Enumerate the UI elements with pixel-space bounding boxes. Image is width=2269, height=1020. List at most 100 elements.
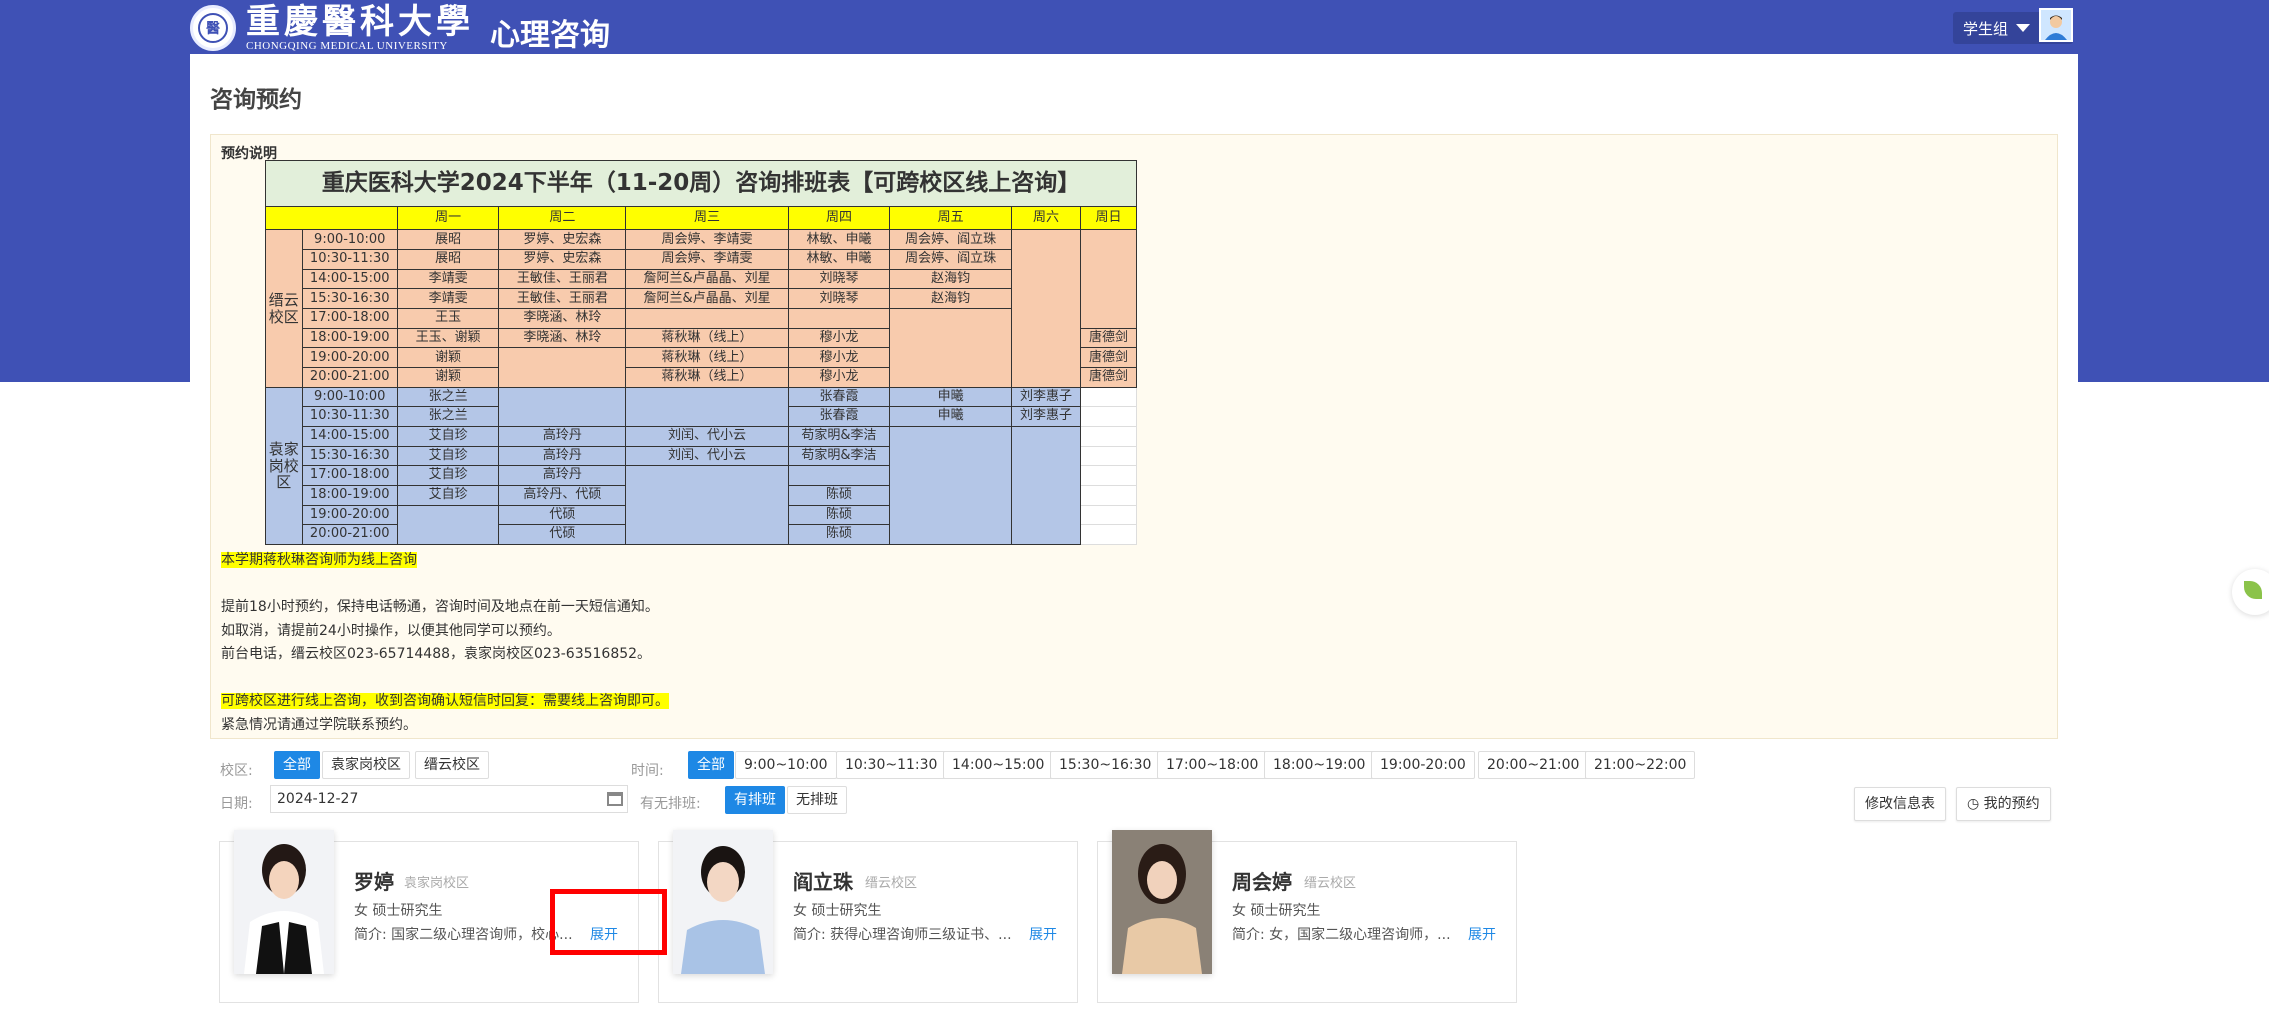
schedule-cell: 林敏、申曦 — [787, 229, 891, 251]
schedule-cell: 蒋秋琳（线上） — [625, 327, 789, 349]
system-title: 心理咨询 — [490, 18, 610, 53]
schedule-cell — [396, 504, 500, 546]
my-booking-button[interactable]: ◷ 我的预约 — [1956, 787, 2051, 821]
schedule-cell — [1080, 484, 1137, 506]
time-filter-chip[interactable]: 21:00~22:00 — [1585, 751, 1696, 779]
schedule-cell: 张之兰 — [396, 406, 500, 427]
campus-filter-chip[interactable]: 全部 — [274, 751, 320, 779]
schedule-title: 重庆医科大学2024下半年（11-20周）咨询排班表【可跨校区线上咨询】 — [265, 159, 1137, 208]
schedule-cell: 刘闰、代小云 — [625, 425, 789, 447]
expand-link[interactable]: 展开 — [1468, 924, 1496, 944]
schedule-cell: 刘李惠子 — [1011, 406, 1082, 427]
schedule-cell — [1011, 425, 1082, 546]
schedule-cell: 陈硕 — [787, 524, 891, 545]
schedule-filter-chip[interactable]: 无排班 — [787, 786, 847, 814]
counselor-photo[interactable] — [1112, 830, 1212, 974]
schedule-day-header: 周日 — [1080, 206, 1137, 231]
time-filter-chip[interactable]: 17:00~18:00 — [1157, 751, 1268, 779]
booking-notice-panel: 预约说明 重庆医科大学2024下半年（11-20周）咨询排班表【可跨校区线上咨询… — [210, 134, 2058, 739]
schedule-time-cell: 15:30-16:30 — [301, 445, 398, 467]
schedule-cell: 罗婷、史宏森 — [498, 229, 627, 251]
schedule-cell: 张之兰 — [396, 386, 500, 408]
notice-text: 本学期蒋秋琳咨询师为线上咨询 提前18小时预约，保持电话畅通，咨询时间及地点在前一… — [221, 549, 669, 737]
schedule-day-header: 周一 — [396, 206, 500, 231]
schedule-time-cell: 10:30-11:30 — [301, 249, 398, 270]
schedule-cell: 王敏佳、王丽君 — [498, 288, 627, 310]
schedule-cell: 周会婷、阎立珠 — [889, 229, 1013, 251]
schedule-cell: 高玲丹 — [498, 425, 627, 447]
date-input[interactable]: 2024-12-27 — [270, 785, 628, 813]
user-group-label: 学生组 — [1963, 19, 2009, 38]
schedule-cell: 申曦 — [889, 386, 1013, 408]
campus-filter-chip[interactable]: 缙云校区 — [415, 751, 489, 779]
counselor-campus: 缙云校区 — [1304, 876, 1357, 891]
schedule-day-header: 周六 — [1011, 206, 1082, 231]
notice-line: 紧急情况请通过学院联系预约。 — [221, 714, 669, 738]
calendar-icon[interactable] — [607, 792, 623, 806]
my-booking-label: 我的预约 — [1983, 796, 2040, 812]
schedule-cell: 穆小龙 — [787, 347, 891, 368]
schedule-cell — [1080, 465, 1137, 486]
schedule-cell: 展昭 — [396, 229, 500, 251]
time-filter-chip[interactable]: 18:00~19:00 — [1264, 751, 1375, 779]
schedule-cell — [1080, 524, 1137, 545]
highlight-box — [550, 889, 667, 955]
floating-assistant-button[interactable] — [2232, 569, 2269, 615]
counselor-name: 周会婷 — [1232, 870, 1292, 894]
counselor-meta: 女 硕士研究生 — [793, 903, 882, 919]
schedule-cell — [498, 347, 627, 388]
schedule-campus-b: 袁家岗校区 — [265, 386, 303, 546]
time-filter-chip[interactable]: 10:30~11:30 — [836, 751, 947, 779]
schedule-time-cell: 19:00-20:00 — [301, 504, 398, 526]
schedule-day-header: 周三 — [625, 206, 789, 231]
notice-line — [221, 573, 669, 597]
schedule-cell: 刘闰、代小云 — [625, 445, 789, 467]
schedule-image: 重庆医科大学2024下半年（11-20周）咨询排班表【可跨校区线上咨询】 周一周… — [265, 159, 1137, 546]
schedule-cell: 艾自珍 — [396, 484, 500, 506]
schedule-cell: 艾自珍 — [396, 425, 500, 447]
schedule-cell: 刘李惠子 — [1011, 386, 1082, 408]
top-header: 醫 重慶醫科大學 CHONGQING MEDICAL UNIVERSITY 心理… — [0, 0, 2269, 54]
schedule-cell: 蒋秋琳（线上） — [625, 347, 789, 368]
edit-info-button[interactable]: 修改信息表 — [1854, 787, 1946, 821]
schedule-cell: 代硕 — [498, 504, 627, 526]
user-avatar[interactable] — [2039, 8, 2073, 42]
campus-filter-label: 校区: — [220, 763, 253, 779]
schedule-time-cell: 9:00-10:00 — [301, 229, 398, 251]
schedule-filter-label: 有无排班: — [640, 796, 701, 812]
counselor-meta: 女 硕士研究生 — [354, 903, 443, 919]
time-filter-chip[interactable]: 20:00~21:00 — [1478, 751, 1589, 779]
schedule-time-cell: 17:00-18:00 — [301, 308, 398, 329]
time-filter-chip[interactable]: 9:00~10:00 — [735, 751, 837, 779]
schedule-cell: 申曦 — [889, 406, 1013, 427]
counselor-photo[interactable] — [234, 830, 334, 974]
university-seal-icon: 醫 — [190, 5, 236, 51]
schedule-cell: 谢颖 — [396, 367, 500, 388]
counselor-card[interactable]: 周会婷 缙云校区 女 硕士研究生 简介: 女，国家二级心理咨询师，... 展开 — [1097, 830, 1517, 1003]
schedule-cell: 詹阿兰&卢晶晶、刘星 — [625, 288, 789, 310]
notice-line — [221, 667, 669, 691]
schedule-cell — [498, 386, 627, 427]
schedule-cell — [787, 465, 891, 486]
schedule-cell: 王玉 — [396, 308, 500, 329]
counselor-photo[interactable] — [673, 830, 773, 974]
notice-line: 可跨校区进行线上咨询，收到咨询确认短信时回复：需要线上咨询即可。 — [221, 690, 669, 714]
portrait-icon — [234, 830, 334, 974]
time-filter-chip[interactable]: 15:30~16:30 — [1050, 751, 1161, 779]
campus-filter-chip[interactable]: 袁家岗校区 — [322, 751, 410, 779]
schedule-cell: 李靖雯 — [396, 268, 500, 290]
leaf-icon — [2244, 581, 2262, 599]
time-filter-chip[interactable]: 14:00~15:00 — [943, 751, 1054, 779]
schedule-cell: 周会婷、李靖雯 — [625, 229, 789, 251]
university-logo[interactable]: 醫 重慶醫科大學 CHONGQING MEDICAL UNIVERSITY 心理… — [190, 3, 610, 53]
counselor-card[interactable]: 阎立珠 缙云校区 女 硕士研究生 简介: 获得心理咨询师三级证书、... 展开 — [658, 830, 1078, 1003]
time-filter-chip[interactable]: 19:00-20:00 — [1371, 751, 1475, 779]
chevron-down-icon — [2016, 24, 2031, 32]
schedule-cell: 李晓涵、林玲 — [498, 327, 627, 349]
time-filter-chip[interactable]: 全部 — [688, 751, 734, 779]
schedule-filter-chip[interactable]: 有排班 — [725, 786, 785, 814]
schedule-cell: 李晓涵、林玲 — [498, 308, 627, 329]
schedule-cell: 罗婷、史宏森 — [498, 249, 627, 270]
expand-link[interactable]: 展开 — [1029, 924, 1057, 944]
schedule-cell: 李靖雯 — [396, 288, 500, 310]
